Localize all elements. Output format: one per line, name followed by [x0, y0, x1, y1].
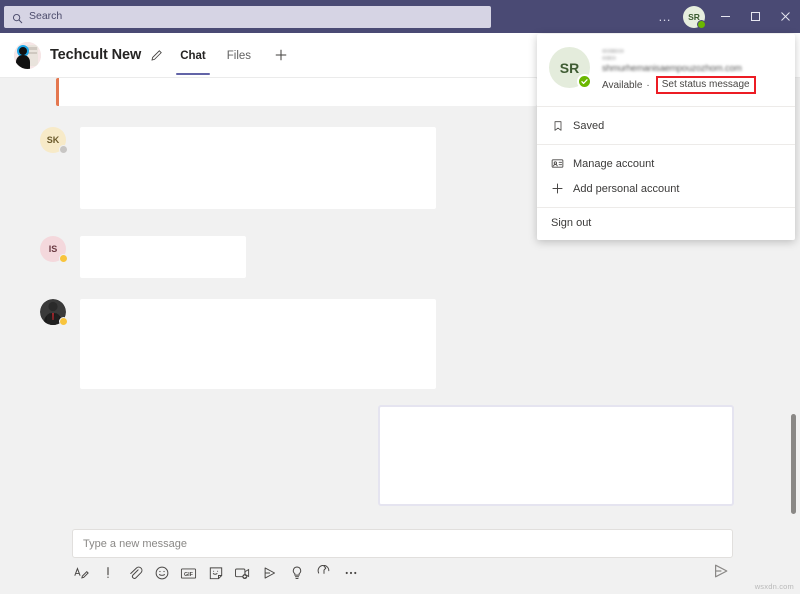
- scrollbar-thumb[interactable]: [791, 414, 796, 514]
- presence-away-icon: [59, 317, 68, 326]
- message-input-placeholder: Type a new message: [83, 537, 187, 550]
- presence-away-icon: [59, 145, 68, 154]
- approvals-icon[interactable]: [315, 565, 332, 582]
- presence-available-icon: [577, 74, 592, 89]
- menu-item-sign-out[interactable]: Sign out: [537, 208, 795, 240]
- message-bubble[interactable]: [56, 78, 537, 106]
- praise-icon[interactable]: [288, 565, 305, 582]
- pencil-icon[interactable]: [150, 49, 163, 62]
- menu-item-add-personal-account[interactable]: Add personal account: [537, 176, 795, 201]
- settings-more-button[interactable]: …: [652, 0, 678, 33]
- meet-now-icon[interactable]: [234, 565, 251, 582]
- avatar-initials: IS: [48, 244, 58, 254]
- table-row[interactable]: SK: [40, 127, 436, 209]
- tab-chat[interactable]: Chat: [176, 36, 210, 75]
- attach-icon[interactable]: [126, 565, 143, 582]
- profile-header: SR shmurhemanisaempouzozhom.com Availabl…: [537, 34, 795, 107]
- avatar-initials: SR: [559, 59, 580, 76]
- presence-available-icon: [697, 19, 706, 29]
- table-row[interactable]: IS: [40, 236, 246, 278]
- profile-name-redacted: [602, 49, 624, 53]
- message-bubble[interactable]: [80, 127, 436, 209]
- sticker-icon[interactable]: [207, 565, 224, 582]
- page-title: Techcult New: [50, 47, 142, 63]
- teams-window: Search … SR Techcult New Chat Files SK I…: [0, 0, 800, 594]
- menu-item-label: Add personal account: [573, 182, 680, 195]
- avatar[interactable]: IS: [40, 236, 68, 263]
- id-card-icon: [551, 157, 564, 170]
- profile-email: shmurhemanisaempouzozhom.com: [602, 63, 742, 73]
- set-status-message-button[interactable]: Set status message: [662, 79, 750, 90]
- title-bar: Search … SR: [0, 0, 800, 33]
- watermark: wsxdn.com: [754, 582, 794, 591]
- menu-item-label: Saved: [573, 119, 605, 132]
- stream-icon[interactable]: [261, 565, 278, 582]
- compose-area: Type a new message GIF: [0, 524, 800, 594]
- add-tab-button[interactable]: [274, 48, 288, 62]
- maximize-button[interactable]: [740, 0, 770, 33]
- plus-icon: [551, 182, 564, 195]
- window-controls: … SR: [652, 0, 800, 33]
- table-row[interactable]: [378, 405, 734, 506]
- more-options-icon[interactable]: [342, 565, 359, 582]
- avatar-initials: SK: [46, 135, 60, 145]
- minimize-button[interactable]: [710, 0, 740, 33]
- menu-group-account: Manage account Add personal account: [537, 145, 795, 208]
- search-placeholder: Search: [29, 10, 63, 23]
- format-icon[interactable]: [72, 565, 89, 582]
- message-input[interactable]: Type a new message: [72, 529, 733, 558]
- avatar[interactable]: SK: [40, 127, 68, 154]
- presence-away-icon: [59, 254, 68, 263]
- menu-group-saved: Saved: [537, 107, 795, 145]
- giphy-icon[interactable]: GIF: [180, 565, 197, 582]
- avatar[interactable]: [40, 299, 68, 326]
- profile-menu[interactable]: SR shmurhemanisaempouzozhom.com Availabl…: [537, 34, 795, 240]
- avatar[interactable]: SR: [549, 47, 592, 89]
- profile-name-redacted-2: [602, 56, 617, 60]
- compose-toolbar: GIF: [72, 561, 359, 585]
- search-input[interactable]: Search: [4, 5, 491, 28]
- table-row[interactable]: [56, 78, 537, 106]
- team-avatar: [14, 41, 41, 69]
- menu-item-manage-account[interactable]: Manage account: [537, 151, 795, 176]
- message-bubble[interactable]: [80, 236, 246, 278]
- importance-icon[interactable]: [99, 565, 116, 582]
- status-row: Available · Set status message: [602, 76, 783, 94]
- profile-identity: shmurhemanisaempouzozhom.com Available ·…: [602, 47, 783, 94]
- message-bubble[interactable]: [80, 299, 436, 389]
- message-bubble-sent[interactable]: [378, 405, 734, 506]
- svg-text:GIF: GIF: [184, 572, 194, 578]
- set-status-message-highlight: Set status message: [655, 76, 756, 94]
- table-row[interactable]: [40, 299, 436, 389]
- menu-item-saved[interactable]: Saved: [537, 113, 795, 138]
- menu-item-label: Manage account: [573, 157, 655, 170]
- tab-files[interactable]: Files: [223, 36, 255, 75]
- bookmark-icon: [551, 119, 564, 132]
- status-separator: ·: [646, 79, 650, 91]
- avatar[interactable]: SR: [683, 5, 706, 29]
- search-icon: [12, 11, 23, 24]
- send-button[interactable]: [712, 562, 732, 582]
- close-button[interactable]: [770, 0, 800, 33]
- status-badge[interactable]: Available: [602, 80, 642, 91]
- emoji-icon[interactable]: [153, 565, 170, 582]
